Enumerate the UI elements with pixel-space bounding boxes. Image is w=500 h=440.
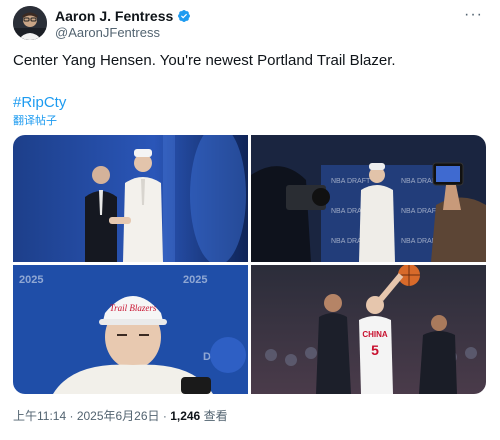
more-horizontal-icon[interactable]: ···	[464, 6, 483, 24]
svg-text:2025: 2025	[19, 274, 43, 286]
tweet-header: Aaron J. Fentress @AaronJFentress ···	[13, 6, 487, 40]
tweet-date[interactable]: 2025年6月26日	[77, 409, 160, 423]
footer-separator-2: ·	[159, 409, 171, 423]
footer-separator: ·	[66, 409, 77, 423]
tweet-time[interactable]: 上午11:14	[13, 409, 66, 423]
photo-media-cameras[interactable]: NBA DRAFT NBA DRAFT NBA DRAFT NBA DRAFT NB…	[251, 135, 486, 262]
svg-text:NBA DRAFT: NBA DRAFT	[401, 208, 441, 215]
avatar[interactable]	[13, 6, 47, 40]
media-grid: NBA DRAFT NBA DRAFT NBA DRAFT NBA DRAFT NB…	[13, 135, 486, 394]
author-handle[interactable]: @AaronJFentress	[55, 25, 160, 40]
jersey-number: 5	[371, 342, 379, 358]
hashtag-link[interactable]: #RipCty	[13, 94, 66, 111]
cap-script-text: Trail Blazers	[110, 303, 157, 313]
photo-draft-stage[interactable]	[13, 135, 248, 262]
translate-post-link[interactable]: 翻译帖子	[13, 112, 57, 128]
photo-game-action[interactable]: CHINA 5	[251, 265, 486, 394]
tweet-card: Aaron J. Fentress @AaronJFentress ··· Ce…	[0, 0, 500, 440]
photo-cap-closeup[interactable]: 20252025 DR Trail Blazers	[13, 265, 248, 394]
jersey-text: CHINA	[362, 330, 388, 339]
svg-text:2025: 2025	[183, 274, 207, 286]
views-label: 查看	[203, 409, 228, 423]
tweet-text: Center Yang Hensen. You're newest Portla…	[13, 52, 396, 69]
tweet-footer: 上午11:14 · 2025年6月26日 · 1,246 查看	[13, 407, 228, 424]
verified-badge-icon	[177, 9, 191, 23]
author-name[interactable]: Aaron J. Fentress	[55, 8, 173, 24]
views-count: 1,246	[170, 409, 201, 423]
svg-text:NBA DRAFT: NBA DRAFT	[331, 178, 371, 185]
